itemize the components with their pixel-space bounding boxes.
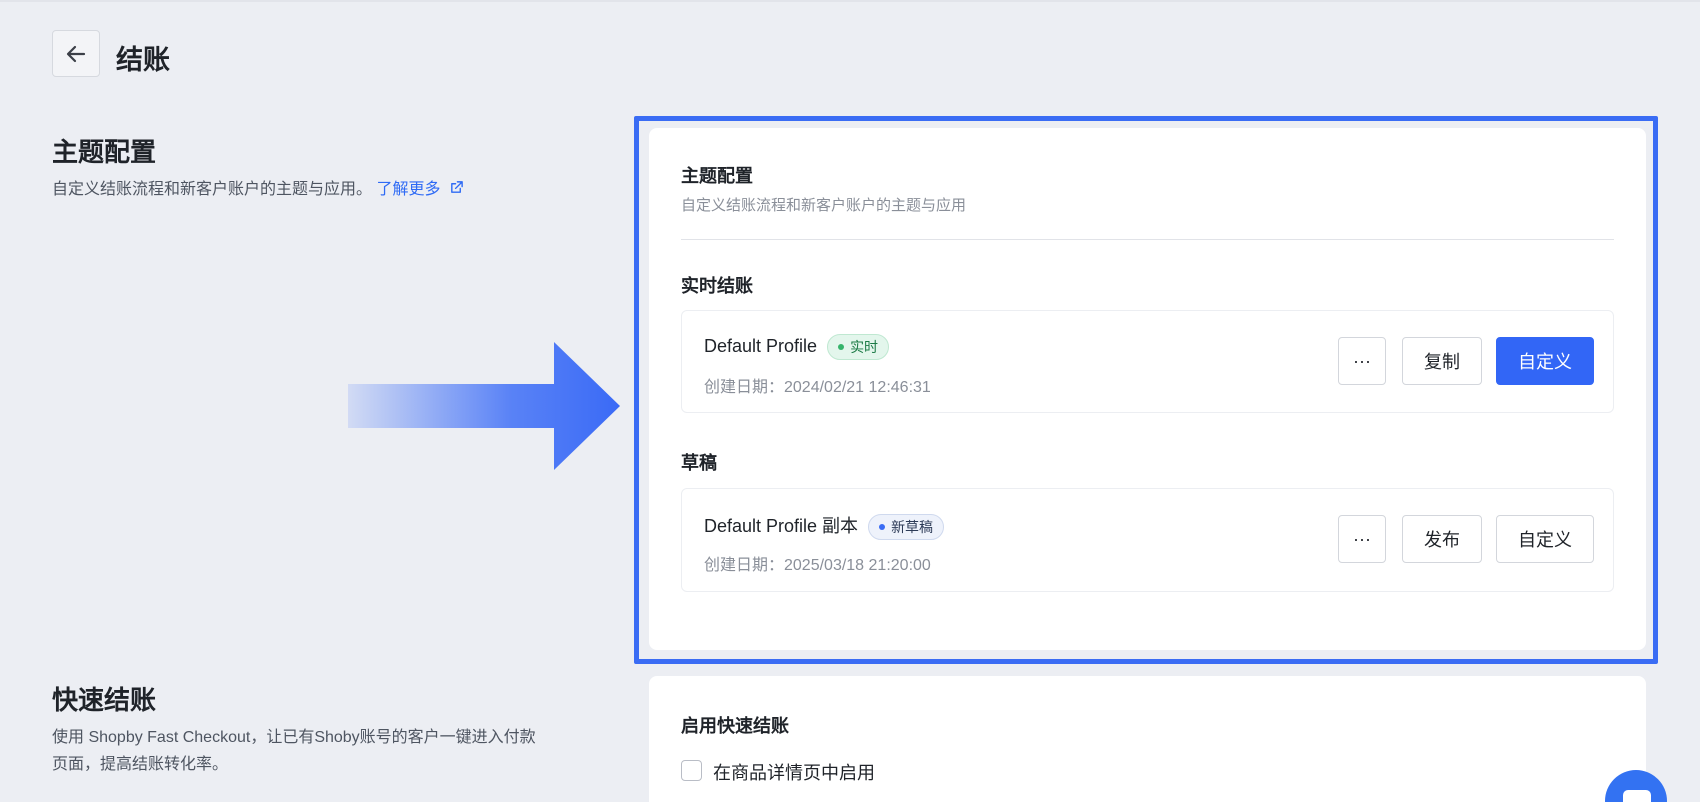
draft-heading: 草稿 — [681, 453, 717, 473]
card-title: 主题配置 — [681, 166, 753, 186]
theme-config-card: 主题配置 自定义结账流程和新客户账户的主题与应用 实时结账 Default Pr… — [649, 128, 1646, 650]
draft-profile-row: Default Profile 副本 新草稿 创建日期：2025/03/18 21… — [681, 488, 1614, 592]
fast-checkout-card: 启用快速结账 在商品详情页中启用 — [649, 676, 1646, 802]
status-badge-label: 实时 — [850, 339, 879, 355]
copy-button[interactable]: 复制 — [1402, 337, 1482, 385]
profile-date: 创建日期：2025/03/18 21:20:00 — [704, 557, 931, 574]
profile-date: 创建日期：2024/02/21 12:46:31 — [704, 379, 931, 396]
page-title: 结账 — [116, 45, 170, 75]
customize-button[interactable]: 自定义 — [1496, 337, 1594, 385]
fast-checkout-description-line: 页面，提高结账转化率。 — [52, 756, 229, 773]
top-strip — [0, 0, 1700, 2]
profile-name-row: Default Profile 实时 — [704, 334, 890, 360]
profile-name-row: Default Profile 副本 新草稿 — [704, 512, 945, 541]
fast-checkout-description-line: 使用 Shopby Fast Checkout，让已有Shoby账号的客户一键进… — [52, 729, 536, 746]
fast-checkout-card-title: 启用快速结账 — [681, 716, 789, 736]
more-button[interactable]: ··· — [1338, 515, 1386, 563]
card-subtitle: 自定义结账流程和新客户账户的主题与应用 — [681, 197, 967, 214]
status-dot — [838, 344, 845, 350]
customize-button[interactable]: 自定义 — [1496, 515, 1594, 563]
more-button[interactable]: ··· — [1338, 337, 1386, 385]
learn-more-label: 了解更多 — [376, 181, 441, 198]
divider — [681, 239, 1614, 240]
fast-checkout-description: 使用 Shopby Fast Checkout，让已有Shoby账号的客户一键进… — [52, 724, 536, 778]
status-badge-label: 新草稿 — [891, 519, 934, 536]
status-badge: 新草稿 — [868, 514, 945, 541]
learn-more-link[interactable]: 了解更多 — [376, 181, 463, 198]
profile-name: Default Profile — [704, 335, 818, 356]
back-button[interactable] — [52, 30, 100, 77]
enable-on-product-page-checkbox[interactable] — [681, 760, 702, 781]
live-checkout-heading: 实时结账 — [681, 276, 753, 296]
chat-icon — [1623, 790, 1651, 802]
live-profile-row: Default Profile 实时 创建日期：2024/02/21 12:46:… — [681, 310, 1614, 413]
publish-button[interactable]: 发布 — [1402, 515, 1482, 563]
status-badge: 实时 — [827, 334, 890, 360]
theme-section-title: 主题配置 — [52, 137, 157, 167]
checkbox-label: 在商品详情页中启用 — [713, 763, 875, 783]
profile-name: Default Profile 副本 — [704, 516, 859, 536]
theme-description-text: 自定义结账流程和新客户账户的主题与应用。 — [52, 181, 373, 198]
theme-section-description: 自定义结账流程和新客户账户的主题与应用。 了解更多 — [52, 176, 464, 203]
right-arrow-icon — [348, 342, 620, 470]
arrow-left-icon — [66, 45, 86, 62]
external-link-icon — [451, 181, 463, 193]
status-dot — [879, 524, 886, 531]
fast-checkout-title: 快速结账 — [52, 685, 157, 715]
